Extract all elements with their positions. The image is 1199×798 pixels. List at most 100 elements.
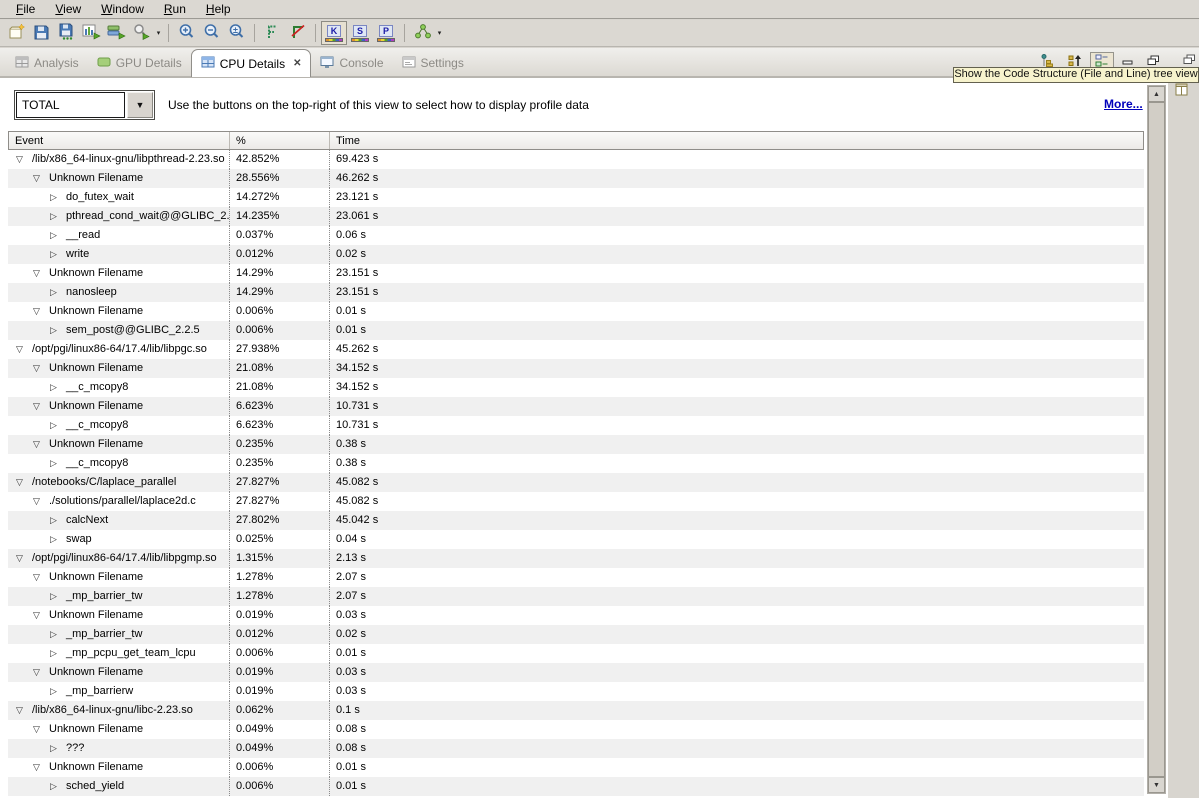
tab-console[interactable]: Console [311,50,392,76]
scroll-down-button[interactable]: ▼ [1148,777,1165,793]
table-row[interactable]: ▽Unknown Filename 0.006% 0.01 s [8,302,1144,321]
table-row[interactable]: ▽/opt/pgi/linux86-64/17.4/lib/libpgmp.so… [8,549,1144,568]
clear-marks-button[interactable] [285,22,310,45]
combobox-arrow-button[interactable]: ▼ [127,92,153,118]
zoom-reset-button[interactable]: ± [224,22,249,45]
collapse-arrow-icon[interactable]: ▽ [29,359,44,378]
analysis-dropdown-caret-icon[interactable]: ▾ [154,29,163,37]
scroll-up-button[interactable]: ▲ [1148,86,1165,102]
collapse-arrow-icon[interactable]: ▽ [29,758,44,777]
table-row[interactable]: ▽Unknown Filename 6.623% 10.731 s [8,397,1144,416]
close-icon[interactable]: ✕ [293,58,301,69]
expand-arrow-icon[interactable]: ▷ [46,530,61,549]
new-session-button[interactable] [4,22,29,45]
expand-arrow-icon[interactable]: ▷ [46,587,61,606]
table-row[interactable]: ▷_mp_barrier_tw 0.012% 0.02 s [8,625,1144,644]
zoom-out-button[interactable] [199,22,224,45]
table-row[interactable]: ▷do_futex_wait 14.272% 23.121 s [8,188,1144,207]
profile-scope-combobox[interactable]: TOTAL ▼ [14,90,155,120]
table-row[interactable]: ▽Unknown Filename 0.019% 0.03 s [8,663,1144,682]
expand-arrow-icon[interactable]: ▷ [46,378,61,397]
table-row[interactable]: ▷_mp_barrierw 0.019% 0.03 s [8,682,1144,701]
mark-region-button[interactable] [260,22,285,45]
tab-analysis[interactable]: Analysis [6,50,88,76]
more-link[interactable]: More... [1104,97,1143,111]
collapse-arrow-icon[interactable]: ▽ [29,302,44,321]
collapse-arrow-icon[interactable]: ▽ [12,549,27,568]
table-row[interactable]: ▷pthread_cond_wait@@GLIBC_2.3 14.235% 23… [8,207,1144,226]
column-header-event[interactable]: Event [9,132,230,149]
table-row[interactable]: ▷write 0.012% 0.02 s [8,245,1144,264]
collapse-arrow-icon[interactable]: ▽ [29,568,44,587]
table-row[interactable]: ▷_mp_barrier_tw 1.278% 2.07 s [8,587,1144,606]
menu-item-view[interactable]: View [45,1,91,18]
collapse-arrow-icon[interactable]: ▽ [29,435,44,454]
expand-arrow-icon[interactable]: ▷ [46,454,61,473]
call-tree-button[interactable] [410,22,435,45]
color-by-stream-button[interactable]: S [347,21,373,45]
collapse-arrow-icon[interactable]: ▽ [29,663,44,682]
table-row[interactable]: ▽/lib/x86_64-linux-gnu/libc-2.23.so 0.06… [8,701,1144,720]
expand-arrow-icon[interactable]: ▷ [46,321,61,340]
column-header-percent[interactable]: % [230,132,330,149]
run-analysis-button[interactable] [129,22,154,45]
table-row[interactable]: ▽Unknown Filename 0.049% 0.08 s [8,720,1144,739]
table-row[interactable]: ▷calcNext 27.802% 45.042 s [8,511,1144,530]
vertical-scrollbar[interactable]: ▲ ▼ [1147,85,1166,794]
generate-timeline-button[interactable] [79,22,104,45]
call-tree-dropdown-caret-icon[interactable]: ▾ [435,29,444,37]
tab-settings[interactable]: Settings [393,50,473,76]
collapse-arrow-icon[interactable]: ▽ [29,492,44,511]
expand-arrow-icon[interactable]: ▷ [46,207,61,226]
expand-arrow-icon[interactable]: ▷ [46,283,61,302]
expand-arrow-icon[interactable]: ▷ [46,416,61,435]
collapse-arrow-icon[interactable]: ▽ [29,397,44,416]
menu-item-file[interactable]: File [6,1,45,18]
tab-cpu-details[interactable]: CPU Details ✕ [191,49,312,77]
save-button[interactable] [29,22,54,45]
table-row[interactable]: ▽Unknown Filename 1.278% 2.07 s [8,568,1144,587]
collapse-arrow-icon[interactable]: ▽ [29,606,44,625]
table-row[interactable]: ▷nanosleep 14.29% 23.151 s [8,283,1144,302]
table-row[interactable]: ▷__read 0.037% 0.06 s [8,226,1144,245]
expand-arrow-icon[interactable]: ▷ [46,226,61,245]
collect-metrics-button[interactable] [104,22,129,45]
expand-arrow-icon[interactable]: ▷ [46,777,61,796]
table-row[interactable]: ▽/lib/x86_64-linux-gnu/libpthread-2.23.s… [8,150,1144,169]
collapse-arrow-icon[interactable]: ▽ [12,473,27,492]
collapse-arrow-icon[interactable]: ▽ [29,720,44,739]
zoom-in-button[interactable] [174,22,199,45]
color-by-process-button[interactable]: P [373,21,399,45]
table-row[interactable]: ▷swap 0.025% 0.04 s [8,530,1144,549]
table-row[interactable]: ▽./solutions/parallel/laplace2d.c 27.827… [8,492,1144,511]
table-row[interactable]: ▽/opt/pgi/linux86-64/17.4/lib/libpgc.so … [8,340,1144,359]
collapse-arrow-icon[interactable]: ▽ [12,150,27,169]
collapse-arrow-icon[interactable]: ▽ [29,169,44,188]
table-row[interactable]: ▽Unknown Filename 0.019% 0.03 s [8,606,1144,625]
expand-arrow-icon[interactable]: ▷ [46,625,61,644]
expand-arrow-icon[interactable]: ▷ [46,511,61,530]
collapse-arrow-icon[interactable]: ▽ [12,701,27,720]
table-row[interactable]: ▷_mp_pcpu_get_team_lcpu 0.006% 0.01 s [8,644,1144,663]
table-row[interactable]: ▷??? 0.049% 0.08 s [8,739,1144,758]
pane-layout-icon[interactable] [1175,83,1188,99]
table-row[interactable]: ▷__c_mcopy8 21.08% 34.152 s [8,378,1144,397]
expand-arrow-icon[interactable]: ▷ [46,682,61,701]
table-row[interactable]: ▽Unknown Filename 21.08% 34.152 s [8,359,1144,378]
table-row[interactable]: ▽Unknown Filename 0.006% 0.01 s [8,758,1144,777]
color-by-kernel-button[interactable]: K [321,21,347,45]
column-header-time[interactable]: Time [330,132,1143,149]
expand-arrow-icon[interactable]: ▷ [46,644,61,663]
save-as-button[interactable] [54,22,79,45]
collapse-arrow-icon[interactable]: ▽ [12,340,27,359]
table-row[interactable]: ▽Unknown Filename 28.556% 46.262 s [8,169,1144,188]
table-row[interactable]: ▷sched_yield 0.006% 0.01 s [8,777,1144,796]
expand-arrow-icon[interactable]: ▷ [46,188,61,207]
menu-item-window[interactable]: Window [91,1,154,18]
expand-arrow-icon[interactable]: ▷ [46,245,61,264]
table-row[interactable]: ▽Unknown Filename 14.29% 23.151 s [8,264,1144,283]
table-row[interactable]: ▷sem_post@@GLIBC_2.2.5 0.006% 0.01 s [8,321,1144,340]
tab-gpu-details[interactable]: GPU Details [88,50,191,76]
menu-item-help[interactable]: Help [196,1,241,18]
collapse-arrow-icon[interactable]: ▽ [29,264,44,283]
